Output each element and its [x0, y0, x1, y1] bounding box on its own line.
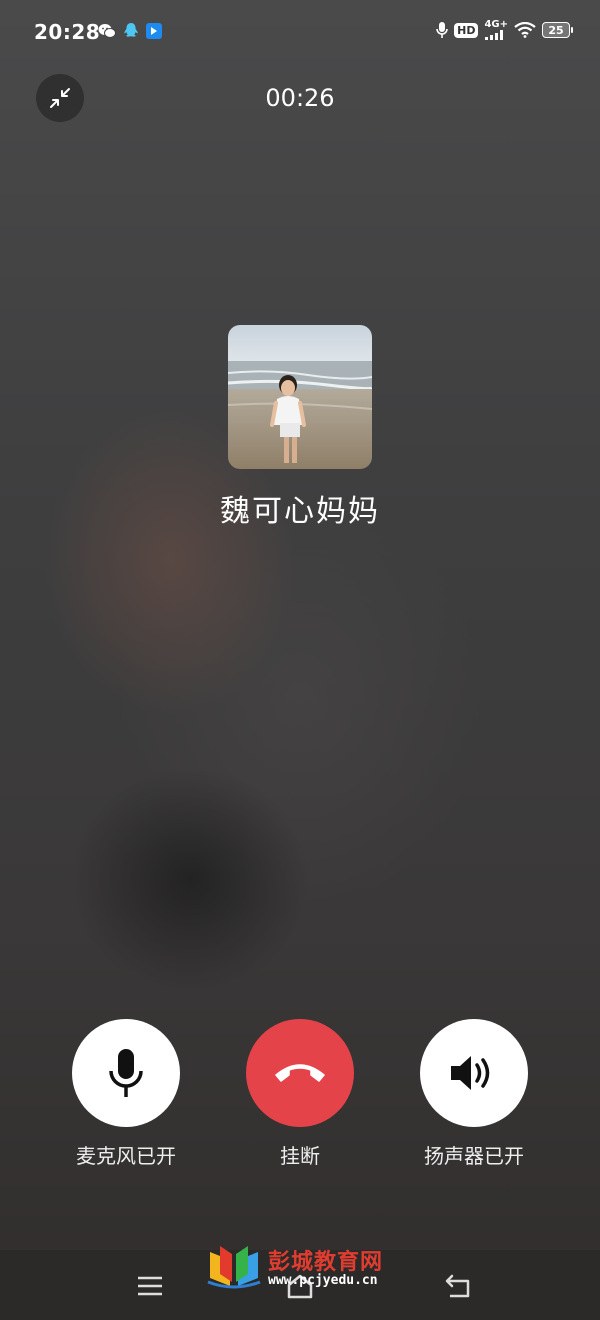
caller-name: 魏可心妈妈	[220, 494, 380, 529]
menu-button[interactable]	[130, 1268, 170, 1304]
watermark-logo-icon	[207, 1246, 261, 1289]
speaker-label: 扬声器已开	[424, 1144, 524, 1168]
microphone-label: 麦克风已开	[76, 1144, 176, 1168]
menu-icon	[138, 1276, 162, 1296]
status-bar: 20:28 HD 4G+ 25	[0, 0, 600, 64]
network-type: 4G+	[484, 19, 508, 30]
caller-avatar	[228, 325, 372, 469]
hd-icon: HD	[454, 22, 479, 38]
speaker-icon	[451, 1056, 490, 1090]
wifi-icon	[514, 22, 536, 38]
hangup-icon	[275, 1064, 325, 1082]
watermark-title: 彭城教育网	[268, 1250, 384, 1275]
qq-icon	[124, 23, 138, 37]
battery-icon: 25	[542, 22, 573, 38]
signal-icon: 4G+	[484, 20, 508, 40]
watermark-url: www.pcjyedu.cn	[268, 1273, 378, 1288]
system-icons: HD 4G+ 25	[436, 20, 573, 40]
back-icon	[445, 1274, 470, 1298]
speaker-button[interactable]	[420, 1019, 528, 1127]
status-time: 20:28	[34, 20, 101, 44]
microphone-icon	[109, 1049, 143, 1097]
app-icon	[146, 22, 162, 39]
microphone-button[interactable]	[72, 1019, 180, 1127]
call-timer: 00:26	[265, 84, 335, 112]
watermark: 彭城教育网 www.pcjyedu.cn	[206, 1242, 406, 1292]
wechat-icon	[98, 23, 116, 38]
mic-icon	[436, 22, 448, 38]
notification-icons	[98, 22, 162, 39]
hangup-button[interactable]	[246, 1019, 354, 1127]
back-button[interactable]	[438, 1268, 478, 1304]
hangup-label: 挂断	[280, 1144, 320, 1168]
